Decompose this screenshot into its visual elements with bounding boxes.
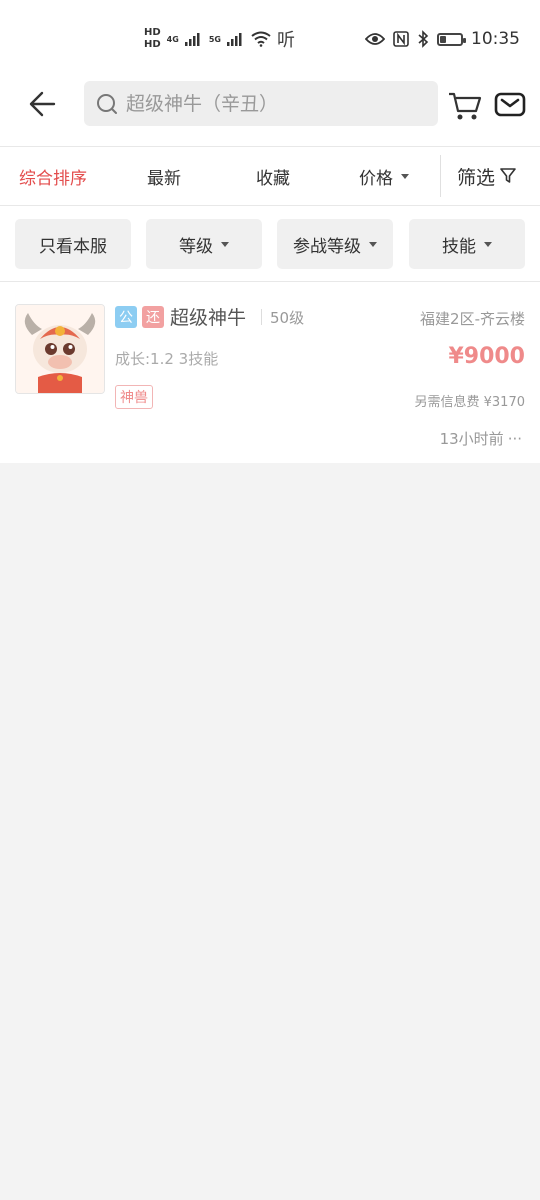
back-arrow-icon <box>29 91 56 117</box>
public-badge-label: 公 <box>119 310 133 326</box>
sort-tab-label: 价格 <box>359 168 393 189</box>
price: ¥9000 <box>448 344 525 369</box>
more-options-button[interactable]: ··· <box>508 430 522 448</box>
hd-indicator: HD HD <box>144 27 161 51</box>
status-time: 10:35 <box>471 29 520 49</box>
pet-level: 50级 <box>270 309 305 327</box>
caret-down-icon <box>369 241 377 247</box>
status-bar: HD HD 4G 5G 听 10:35 <box>0 0 540 80</box>
cart-icon <box>449 92 482 120</box>
sort-tab-favorites[interactable]: 收藏 <box>256 147 290 205</box>
chip-label: 等级 <box>179 236 213 257</box>
level-separator <box>261 309 262 325</box>
sort-tab-label: 综合排序 <box>19 168 87 189</box>
caret-down-icon <box>221 241 229 247</box>
funnel-icon <box>500 168 516 183</box>
status-right-group: 10:35 <box>365 24 520 54</box>
battery-level <box>440 35 446 43</box>
caret-down-icon <box>401 173 409 179</box>
sort-tab-comprehensive[interactable]: 综合排序 <box>19 147 87 205</box>
signal-strength-icon <box>184 33 200 46</box>
sort-tab-price[interactable]: 价格 <box>359 147 409 205</box>
signal-strength-icon-2 <box>226 33 242 46</box>
info-fee: 另需信息费 ¥3170 <box>414 395 526 410</box>
caret-down-icon <box>484 241 492 247</box>
return-badge-label: 还 <box>146 310 160 326</box>
network-4g-label: 4G <box>166 34 179 44</box>
eye-icon <box>365 33 385 45</box>
hd-bottom: HD <box>144 39 161 50</box>
sort-tab-latest[interactable]: 最新 <box>147 147 181 205</box>
public-badge: 公 <box>115 306 137 328</box>
pet-image <box>16 305 104 393</box>
sort-tab-label: 收藏 <box>256 168 290 189</box>
growth-skills: 成长:1.2 3技能 <box>115 350 219 368</box>
back-button[interactable] <box>22 86 62 122</box>
listing-time: 13小时前 <box>439 430 504 448</box>
listing-item[interactable]: 公 还 超级神牛 50级 福建2区-齐云楼 成长:1.2 3技能 ¥9000 神… <box>0 282 540 463</box>
nfc-icon <box>393 31 409 47</box>
tag-label: 神兽 <box>120 390 148 406</box>
chip-skills[interactable]: 技能 <box>409 219 525 269</box>
chip-label: 只看本服 <box>39 236 107 257</box>
search-box[interactable] <box>84 81 438 126</box>
sort-bar: 综合排序 最新 收藏 价格 筛选 <box>0 146 540 206</box>
listen-app-icon: 听 <box>276 30 295 51</box>
signal-group: HD HD 4G 5G 听 <box>144 24 295 54</box>
chip-level[interactable]: 等级 <box>146 219 262 269</box>
divine-beast-tag: 神兽 <box>115 385 153 409</box>
pet-thumbnail <box>15 304 105 394</box>
sort-tab-label: 最新 <box>147 168 181 189</box>
chip-battle-level[interactable]: 参战等级 <box>277 219 393 269</box>
cart-button[interactable] <box>447 86 483 122</box>
chip-this-server-only[interactable]: 只看本服 <box>15 219 131 269</box>
search-icon <box>97 93 117 114</box>
wifi-icon <box>251 31 271 47</box>
return-badge: 还 <box>142 306 164 328</box>
hd-top: HD <box>144 27 161 38</box>
message-button[interactable] <box>494 88 526 120</box>
chip-label: 技能 <box>442 236 476 257</box>
top-bar <box>0 80 540 146</box>
sort-divider <box>440 155 441 197</box>
chip-label: 参战等级 <box>293 236 361 257</box>
listing-time-row: 13小时前 ··· <box>440 428 522 449</box>
network-5g-label: 5G <box>208 34 221 44</box>
server-name: 福建2区-齐云楼 <box>420 310 525 328</box>
bluetooth-icon <box>418 30 429 48</box>
pet-name: 超级神牛 <box>170 307 247 329</box>
mail-icon <box>494 92 526 117</box>
filter-chips-bar: 只看本服 等级 参战等级 技能 <box>0 206 540 282</box>
search-input[interactable] <box>124 91 408 116</box>
filter-label: 筛选 <box>457 166 496 189</box>
battery-icon <box>437 32 466 46</box>
filter-button[interactable]: 筛选 <box>457 147 517 205</box>
